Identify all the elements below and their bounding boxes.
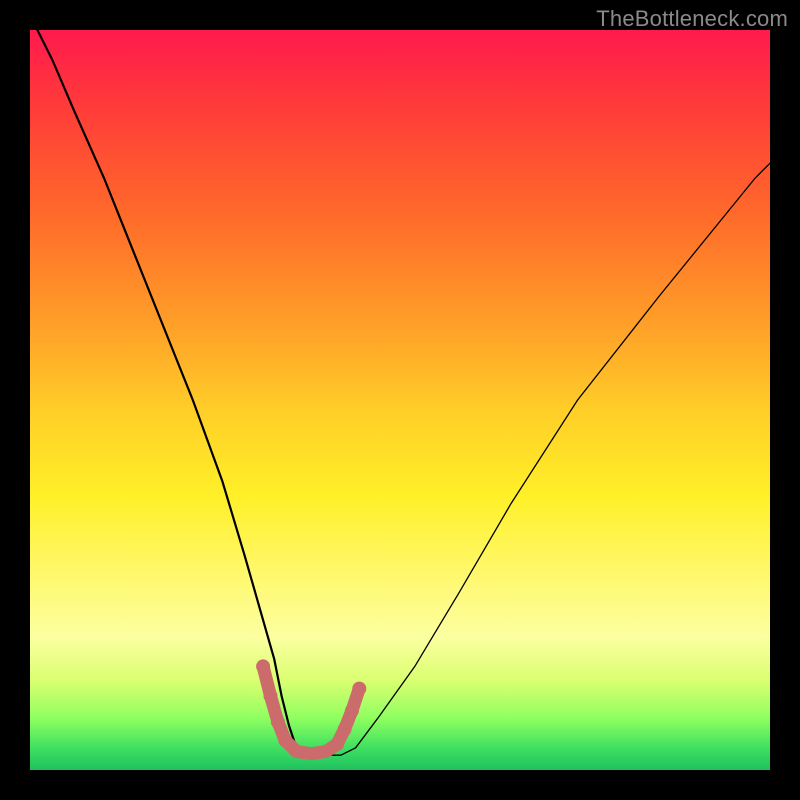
bottleneck-curve-left — [30, 30, 304, 755]
chart-frame: TheBottleneck.com — [0, 0, 800, 800]
optimal-zone-marker — [264, 689, 278, 703]
plot-area — [30, 30, 770, 770]
watermark-text: TheBottleneck.com — [596, 6, 788, 32]
optimal-zone-marker — [345, 704, 359, 718]
optimal-zone-marker — [338, 722, 352, 736]
optimal-zone-marker — [256, 659, 270, 673]
chart-overlay — [30, 30, 770, 770]
optimal-zone-marker — [271, 715, 285, 729]
bottleneck-curve-right — [304, 163, 770, 755]
optimal-zone-marker — [278, 733, 292, 747]
optimal-zone-marker — [352, 682, 366, 696]
optimal-zone-marker — [330, 737, 344, 751]
